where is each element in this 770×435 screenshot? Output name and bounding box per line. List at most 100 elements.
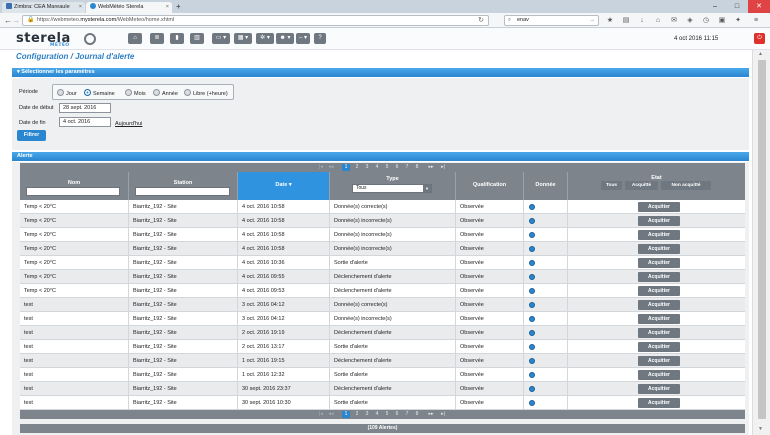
browser-tab-webmeteo[interactable]: WebMétéo Sterela × xyxy=(86,2,172,13)
pager-page-8[interactable]: 8 xyxy=(413,411,421,418)
close-tab-icon[interactable]: × xyxy=(166,2,169,13)
acknowledge-button[interactable]: Acquitter xyxy=(638,286,680,296)
screenshot-icon[interactable]: ▣ xyxy=(718,17,726,25)
close-tab-icon[interactable]: × xyxy=(79,2,82,13)
acknowledge-button[interactable]: Acquitter xyxy=(638,328,680,338)
pager-page-5[interactable]: 5 xyxy=(383,411,391,418)
pager-page-8[interactable]: 8 xyxy=(413,164,421,171)
extension-icon[interactable]: ✦ xyxy=(734,17,742,25)
data-detail-icon[interactable] xyxy=(529,400,535,406)
pager-page-1[interactable]: 1 xyxy=(342,411,350,418)
table-row[interactable]: test Biarritz_192 - Site 3 oct. 2016 04:12… xyxy=(20,298,745,312)
table-row[interactable]: Temp < 20°C Biarritz_192 - Site 4 oct. 201… xyxy=(20,214,745,228)
acknowledge-button[interactable]: Acquitter xyxy=(638,272,680,282)
pager-page-6[interactable]: 6 xyxy=(393,411,401,418)
maximize-button[interactable]: □ xyxy=(726,0,748,13)
url-bar[interactable]: 🔒 https://webmeteo.mysterela.com/WebMete… xyxy=(22,15,489,26)
pager-first[interactable]: |◂ xyxy=(317,164,325,171)
browser-search-input[interactable]: ⌕ enav → xyxy=(504,15,599,26)
pager-prev[interactable]: ◂◂ xyxy=(327,164,335,171)
scroll-down-icon[interactable]: ▼ xyxy=(758,426,763,432)
chat-icon[interactable]: ✉ xyxy=(670,17,678,25)
acknowledge-button[interactable]: Acquitter xyxy=(638,202,680,212)
table-row[interactable]: Temp < 20°C Biarritz_192 - Site 4 oct. 201… xyxy=(20,242,745,256)
pager-last[interactable]: ▸| xyxy=(439,164,447,171)
data-detail-icon[interactable] xyxy=(529,260,535,266)
list-button[interactable]: ≣ xyxy=(150,33,164,44)
radio-libre[interactable]: Libre (+heure) xyxy=(184,89,228,98)
data-detail-icon[interactable] xyxy=(529,288,535,294)
thermometer-button[interactable]: ▮ xyxy=(170,33,184,44)
reload-icon[interactable]: ↻ xyxy=(478,16,484,25)
today-link[interactable]: Aujourd'hui xyxy=(115,121,142,127)
table-row[interactable]: test Biarritz_192 - Site 2 oct. 2016 19:19… xyxy=(20,326,745,340)
pager-page-6[interactable]: 6 xyxy=(393,164,401,171)
back-arrow-icon[interactable]: ← xyxy=(4,16,12,25)
data-detail-icon[interactable] xyxy=(529,330,535,336)
end-date-input[interactable]: 4 oct. 2016 xyxy=(59,117,111,127)
home-browser-icon[interactable]: ⌂ xyxy=(654,17,662,25)
data-detail-icon[interactable] xyxy=(529,344,535,350)
help-button[interactable]: ? xyxy=(314,33,326,44)
scroll-up-icon[interactable]: ▲ xyxy=(758,51,763,57)
table-row[interactable]: Temp < 20°C Biarritz_192 - Site 4 oct. 201… xyxy=(20,284,745,298)
data-detail-icon[interactable] xyxy=(529,274,535,280)
forward-arrow-icon[interactable]: → xyxy=(12,16,20,25)
acknowledge-button[interactable]: Acquitter xyxy=(638,244,680,254)
data-detail-icon[interactable] xyxy=(529,372,535,378)
pager-page-2[interactable]: 2 xyxy=(353,411,361,418)
pager-page-7[interactable]: 7 xyxy=(403,411,411,418)
table-row[interactable]: Temp < 20°C Biarritz_192 - Site 4 oct. 201… xyxy=(20,200,745,214)
col-station[interactable]: Station xyxy=(129,172,238,200)
chart-button[interactable]: ▥ xyxy=(190,33,204,44)
data-detail-icon[interactable] xyxy=(529,358,535,364)
col-nom[interactable]: Nom xyxy=(20,172,129,200)
star-icon[interactable]: ★ xyxy=(606,17,614,25)
pager-last[interactable]: ▸| xyxy=(439,411,447,418)
table-row[interactable]: test Biarritz_192 - Site 2 oct. 2016 13:17… xyxy=(20,340,745,354)
filter-button[interactable]: Filtrer xyxy=(17,130,46,141)
monitor-menu-button[interactable]: ▭ ▾ xyxy=(212,33,230,44)
acknowledge-button[interactable]: Acquitter xyxy=(638,258,680,268)
radio-semaine[interactable]: Semaine xyxy=(84,89,115,98)
data-detail-icon[interactable] xyxy=(529,386,535,392)
table-row[interactable]: test Biarritz_192 - Site 30 sept. 2016 10:… xyxy=(20,396,745,410)
new-tab-button[interactable]: + xyxy=(176,2,181,12)
history-icon[interactable]: ◷ xyxy=(702,17,710,25)
acknowledge-button[interactable]: Acquitter xyxy=(638,398,680,408)
table-row[interactable]: Temp < 20°C Biarritz_192 - Site 4 oct. 201… xyxy=(20,256,745,270)
etat-non-acquitte-button[interactable]: Non acquitté xyxy=(661,181,711,190)
radio-annee[interactable]: Année xyxy=(153,89,178,98)
data-detail-icon[interactable] xyxy=(529,232,535,238)
user-menu-button[interactable]: ☻ ▾ xyxy=(276,33,294,44)
search-go-icon[interactable]: → xyxy=(590,16,596,25)
pager-page-3[interactable]: 3 xyxy=(363,164,371,171)
settings-menu-button[interactable]: ✲ ▾ xyxy=(256,33,274,44)
station-filter-input[interactable] xyxy=(135,187,230,196)
table-row[interactable]: test Biarritz_192 - Site 1 oct. 2016 19:15… xyxy=(20,354,745,368)
table-row[interactable]: test Biarritz_192 - Site 3 oct. 2016 04:12… xyxy=(20,312,745,326)
logout-button[interactable]: ⏻ xyxy=(754,33,765,44)
data-detail-icon[interactable] xyxy=(529,204,535,210)
table-row[interactable]: test Biarritz_192 - Site 1 oct. 2016 12:32… xyxy=(20,368,745,382)
col-etat[interactable]: Etat Tous Acquitté Non acquitté xyxy=(568,172,745,200)
pager-page-4[interactable]: 4 xyxy=(373,411,381,418)
shield-icon[interactable]: ◈ xyxy=(686,17,694,25)
pager-page-1[interactable]: 1 xyxy=(342,164,350,171)
nom-filter-input[interactable] xyxy=(26,187,120,196)
pager-page-3[interactable]: 3 xyxy=(363,411,371,418)
more-menu-button[interactable]: – ▾ xyxy=(296,33,310,44)
acknowledge-button[interactable]: Acquitter xyxy=(638,370,680,380)
table-row[interactable]: Temp < 20°C Biarritz_192 - Site 4 oct. 201… xyxy=(20,270,745,284)
download-icon[interactable]: ↓ xyxy=(638,17,646,25)
calendar-menu-button[interactable]: ▦ ▾ xyxy=(234,33,252,44)
table-row[interactable]: test Biarritz_192 - Site 30 sept. 2016 23:… xyxy=(20,382,745,396)
pager-page-7[interactable]: 7 xyxy=(403,164,411,171)
acknowledge-button[interactable]: Acquitter xyxy=(638,356,680,366)
pager-page-5[interactable]: 5 xyxy=(383,164,391,171)
acknowledge-button[interactable]: Acquitter xyxy=(638,216,680,226)
pager-next[interactable]: ▸▸ xyxy=(427,411,435,418)
etat-acquitte-button[interactable]: Acquitté xyxy=(625,181,658,190)
minimize-button[interactable]: – xyxy=(704,0,726,13)
menu-icon[interactable]: ≡ xyxy=(752,17,760,25)
